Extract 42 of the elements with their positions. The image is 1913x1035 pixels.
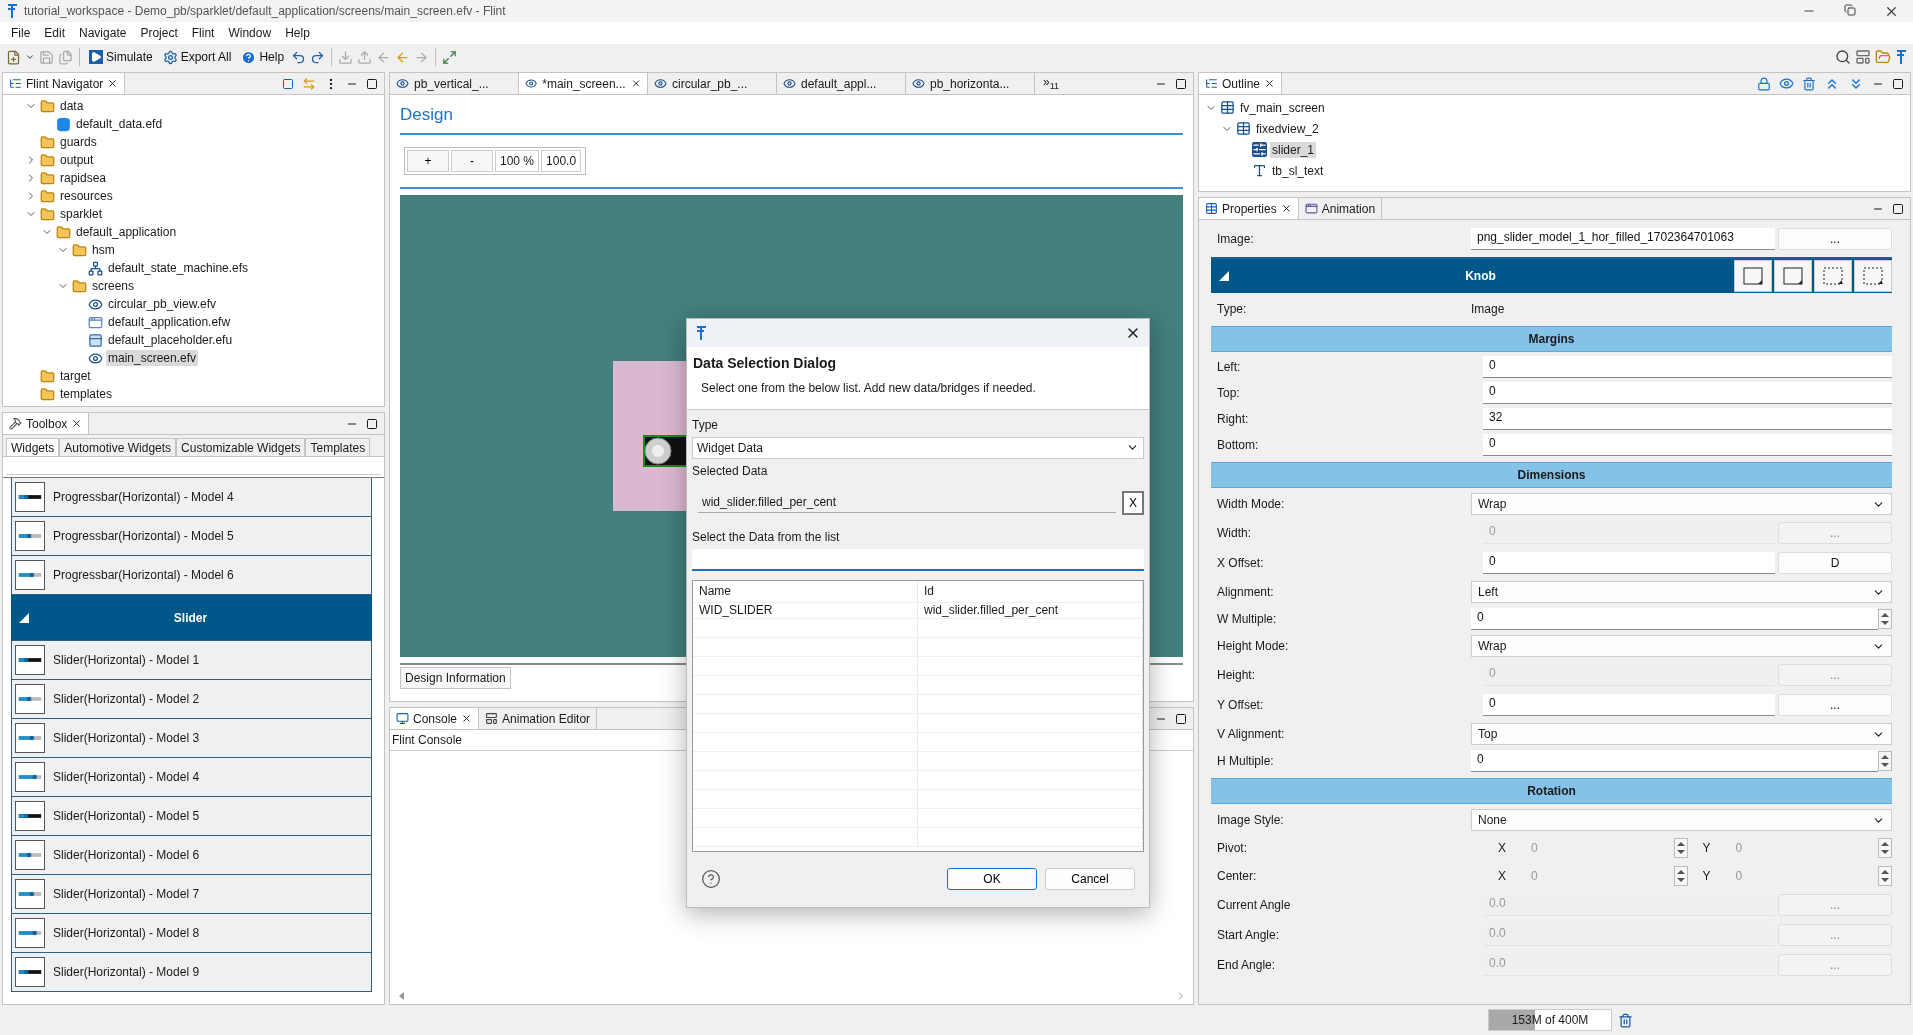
section-header: Rotation — [1211, 778, 1892, 804]
number-value: 0 — [1734, 841, 1744, 855]
property-label: Width: — [1216, 526, 1252, 540]
dialog-subtitle: Select one from the below list. Add new data/bridges if needed. — [700, 380, 1037, 395]
property-value: Image — [1471, 302, 1505, 316]
property-label: Current Angle — [1216, 898, 1292, 912]
axis-label: X — [1497, 869, 1507, 883]
number-value: 0 — [1530, 869, 1539, 883]
dialog-title: Data Selection Dialog — [693, 354, 838, 371]
property-label: Left: — [1216, 360, 1242, 374]
property-label: X Offset: — [1216, 556, 1265, 570]
property-label: W Multiple: — [1216, 612, 1278, 626]
number-value: 0 — [1530, 841, 1539, 855]
field-label: Selected Data — [692, 463, 769, 478]
property-label: Image Style: — [1216, 813, 1285, 827]
property-label: Right: — [1216, 412, 1250, 426]
axis-label: Y — [1701, 841, 1712, 855]
property-label: Alignment: — [1216, 585, 1275, 599]
property-label: End Angle: — [1216, 958, 1277, 972]
property-label: Image: — [1216, 232, 1255, 246]
section-header: Dimensions — [1211, 462, 1892, 488]
property-label: V Alignment: — [1216, 727, 1286, 741]
window-title: tutorial_workspace - Demo_pb/sparklet/default_application/screens/main_screen.efv - Flint — [24, 4, 507, 18]
property-label: Height: — [1216, 668, 1257, 682]
property-label: Width Mode: — [1216, 497, 1286, 511]
property-label: Top: — [1216, 386, 1241, 400]
zoom-percent: 100 % — [495, 150, 540, 172]
axis-label: Y — [1701, 869, 1712, 883]
property-label: Center: — [1216, 869, 1258, 883]
number-value: 0 — [1734, 869, 1744, 883]
property-label: Height Mode: — [1216, 639, 1290, 653]
property-label: Type: — [1216, 302, 1248, 316]
field-label: Type — [692, 417, 719, 432]
section-header: Margins — [1211, 326, 1892, 352]
property-label: Bottom: — [1216, 438, 1260, 452]
property-label: Pivot: — [1216, 841, 1248, 855]
property-label: Y Offset: — [1216, 698, 1265, 712]
property-label: Start Angle: — [1216, 928, 1281, 942]
section-heading: Design — [400, 95, 1183, 135]
property-label: H Multiple: — [1216, 754, 1275, 768]
axis-label: X — [1497, 841, 1507, 855]
field-label: Select the Data from the list — [692, 529, 841, 544]
